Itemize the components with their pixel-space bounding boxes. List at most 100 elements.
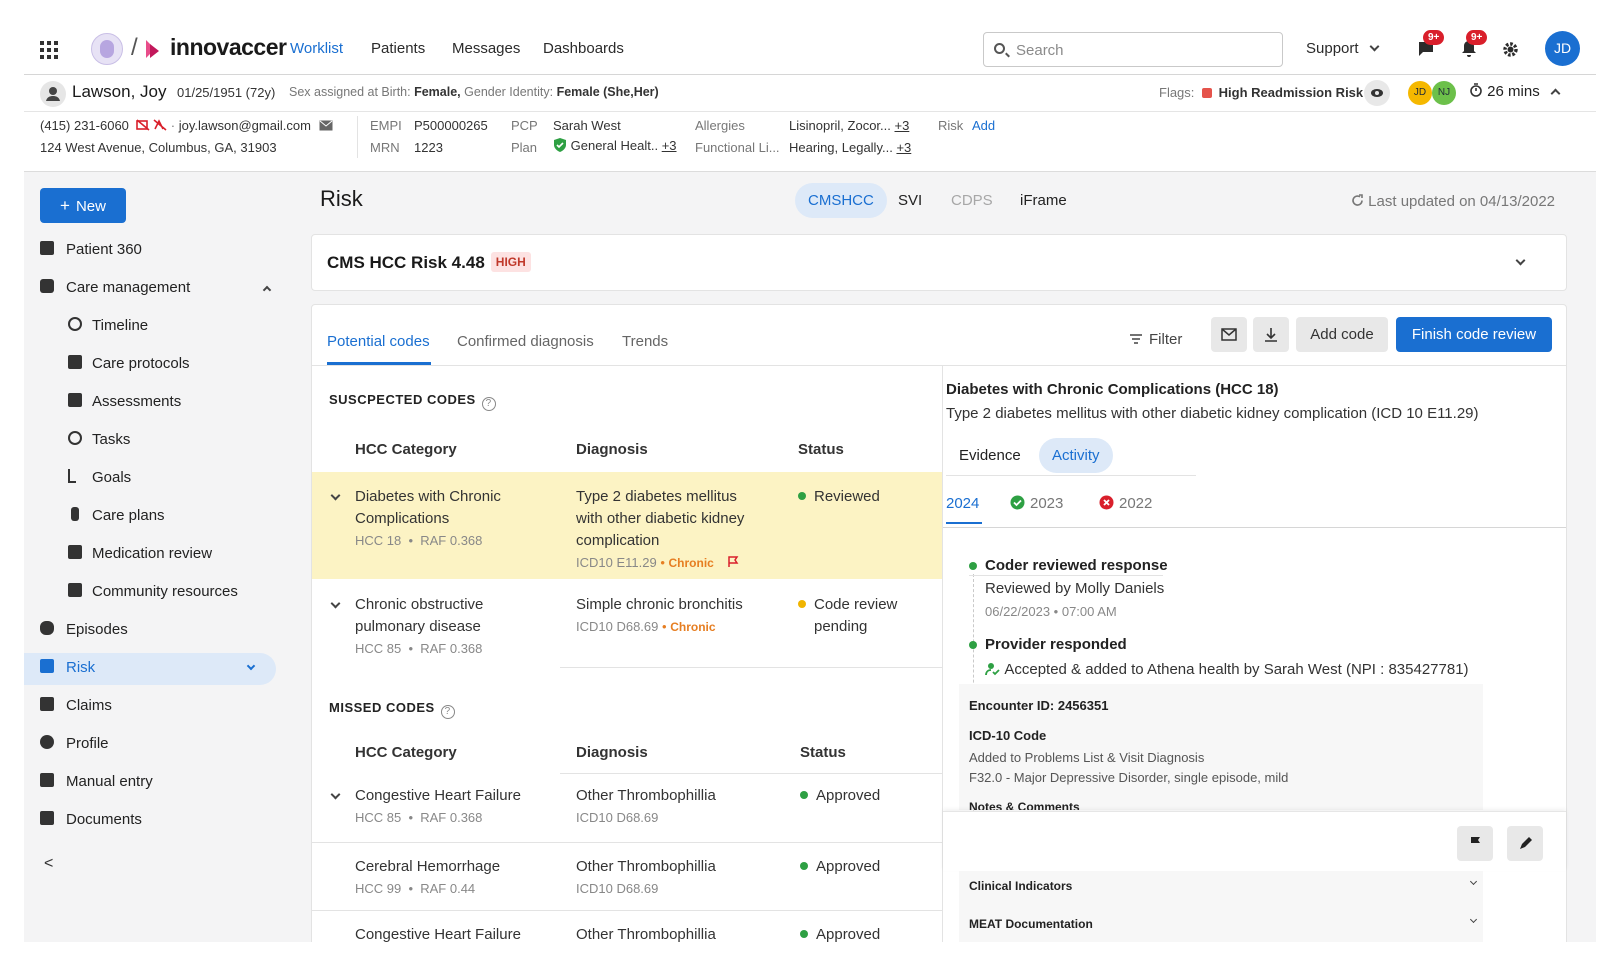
tab-iframe[interactable]: iFrame <box>1007 183 1080 218</box>
nav-dashboards[interactable]: Dashboards <box>543 40 624 57</box>
team-avatar-jd[interactable]: JD <box>1408 81 1432 105</box>
plus-icon: + <box>60 196 70 215</box>
eye-icon <box>1371 89 1383 97</box>
year-tab-2023[interactable]: 2023 <box>1010 495 1063 512</box>
year-tab-2022[interactable]: 2022 <box>1099 495 1152 512</box>
sidebar-item-label: Goals <box>92 469 132 486</box>
hcc-code: HCC 85 <box>355 641 402 656</box>
support-label: Support <box>1306 40 1359 57</box>
settings-button[interactable] <box>1502 41 1519 61</box>
patient-phone[interactable]: (415) 231-6060 <box>40 118 129 133</box>
filter-button[interactable]: Filter <box>1129 331 1182 348</box>
allergies-value: Lisinopril, Zocor... +3 <box>789 118 909 133</box>
diagnosis: Other Thrombophillia ICD10 D68.69 <box>576 785 716 829</box>
year-label: 2023 <box>1030 495 1064 512</box>
sidebar-item-care-management[interactable]: Care management <box>40 273 276 305</box>
view-flags-button[interactable] <box>1364 80 1390 106</box>
notifications-button[interactable]: 9+ <box>1461 30 1488 61</box>
flag-button[interactable] <box>1457 826 1493 861</box>
sidebar-item-label: Patient 360 <box>66 241 142 258</box>
timer-value: 26 mins <box>1487 83 1540 100</box>
status-label-line2: pending <box>814 618 868 635</box>
help-icon[interactable]: ? <box>481 397 496 411</box>
patient-email[interactable]: joy.lawson@gmail.com <box>179 118 311 133</box>
status-label: Approved <box>816 858 881 875</box>
diagnosis-line: Type 2 diabetes mellitus <box>576 488 737 505</box>
diagnosis-line: with other diabetic kidney <box>576 510 745 527</box>
sidebar-item-label: Profile <box>66 735 109 752</box>
nav-patients[interactable]: Patients <box>371 40 425 57</box>
patient-address: 124 West Avenue, Columbus, GA, 31903 <box>40 140 277 155</box>
mail-icon <box>1221 328 1237 341</box>
diagnosis-line: complication <box>576 532 660 549</box>
badge-icon <box>40 241 54 255</box>
filter-icon <box>1130 334 1142 344</box>
allergies-more-link[interactable]: +3 <box>895 118 910 133</box>
last-updated[interactable]: Last updated on 04/13/2022 <box>1351 193 1555 210</box>
sidebar-item-label: Care plans <box>92 507 165 524</box>
sidebar-item-label: Care management <box>66 279 191 296</box>
tab-evidence[interactable]: Evidence <box>946 438 1034 473</box>
patient-name[interactable]: Lawson, Joy <box>72 82 167 102</box>
nav-worklist[interactable]: Worklist <box>290 40 343 57</box>
add-code-button[interactable]: Add code <box>1296 317 1388 352</box>
flag-value[interactable]: High Readmission Risk <box>1219 85 1363 100</box>
download-button[interactable] <box>1253 317 1289 352</box>
tab-confirmed-diagnosis[interactable]: Confirmed diagnosis <box>457 333 594 350</box>
collapse-sidebar-button[interactable]: < <box>44 855 53 873</box>
missed-codes-title: MISSED CODES <box>329 700 435 715</box>
finish-code-review-button[interactable]: Finish code review <box>1396 317 1552 352</box>
chat-button[interactable]: 9+ <box>1417 30 1445 61</box>
icd-code: ICD10 D68.69 <box>576 810 659 825</box>
plan-value[interactable]: General Healt.. +3 <box>553 138 677 153</box>
event-line: Reviewed by Molly Daniels <box>985 580 1165 597</box>
tab-activity[interactable]: Activity <box>1039 438 1113 473</box>
tab-trends[interactable]: Trends <box>622 333 668 350</box>
year-tab-2024[interactable]: 2024 <box>946 495 979 512</box>
patient-details: (415) 231-6060 · joy.lawson@gmail.com 12… <box>24 112 1596 172</box>
mail-icon <box>319 120 333 131</box>
clinical-indicators-section[interactable]: Clinical Indicators <box>969 879 1072 893</box>
tab-potential-codes[interactable]: Potential codes <box>327 333 430 350</box>
divider <box>312 910 942 911</box>
functional-more-link[interactable]: +3 <box>896 140 911 155</box>
support-menu[interactable]: Support <box>1306 40 1380 57</box>
risk-add-link[interactable]: Add <box>972 118 995 133</box>
sidebar-item-risk[interactable]: Risk <box>24 653 276 685</box>
functional-value: Hearing, Legally... +3 <box>789 140 911 155</box>
tab-svi[interactable]: SVI <box>885 183 935 218</box>
status-dot <box>800 791 808 799</box>
hcc-code: HCC 18 <box>355 533 402 548</box>
team-avatar-nj[interactable]: NJ <box>1432 81 1456 105</box>
new-button[interactable]: + New <box>40 188 126 223</box>
collapse-header-button[interactable] <box>1550 88 1561 99</box>
user-avatar[interactable]: JD <box>1545 31 1580 66</box>
pcp-value[interactable]: Sarah West <box>553 118 621 133</box>
last-updated-text: Last updated on 04/13/2022 <box>1368 193 1556 210</box>
edit-button[interactable] <box>1507 826 1543 861</box>
search-input[interactable] <box>1016 39 1276 61</box>
email-button[interactable] <box>1211 317 1247 352</box>
nav-messages[interactable]: Messages <box>452 40 520 57</box>
tab-cmshcc[interactable]: CMSHCC <box>795 183 887 218</box>
divider <box>969 575 1163 576</box>
status-dot <box>798 492 806 500</box>
flag-icon[interactable] <box>727 556 739 568</box>
chevron-up-icon <box>262 285 272 295</box>
plan-more-link[interactable]: +3 <box>662 138 677 153</box>
status-label: Approved <box>816 787 881 804</box>
app-grid-icon[interactable] <box>40 41 58 59</box>
divider <box>312 365 1566 366</box>
gender-value: Female (She,Her) <box>556 85 659 99</box>
encounter-id: Encounter ID: 2456351 <box>969 698 1109 713</box>
pcp-label: PCP <box>511 118 538 133</box>
meat-documentation-section[interactable]: MEAT Documentation <box>969 917 1093 931</box>
brand-name[interactable]: innovaccer <box>170 34 287 61</box>
flags-label: Flags: <box>1159 85 1195 100</box>
divider <box>560 773 942 774</box>
diagnosis-line: Other Thrombophillia <box>576 858 716 875</box>
help-icon[interactable]: ? <box>440 705 455 719</box>
search-box[interactable] <box>983 32 1283 67</box>
chevron-down-icon[interactable] <box>1515 255 1526 266</box>
risk-score-card[interactable]: CMS HCC Risk 4.48 HIGH <box>311 234 1567 291</box>
